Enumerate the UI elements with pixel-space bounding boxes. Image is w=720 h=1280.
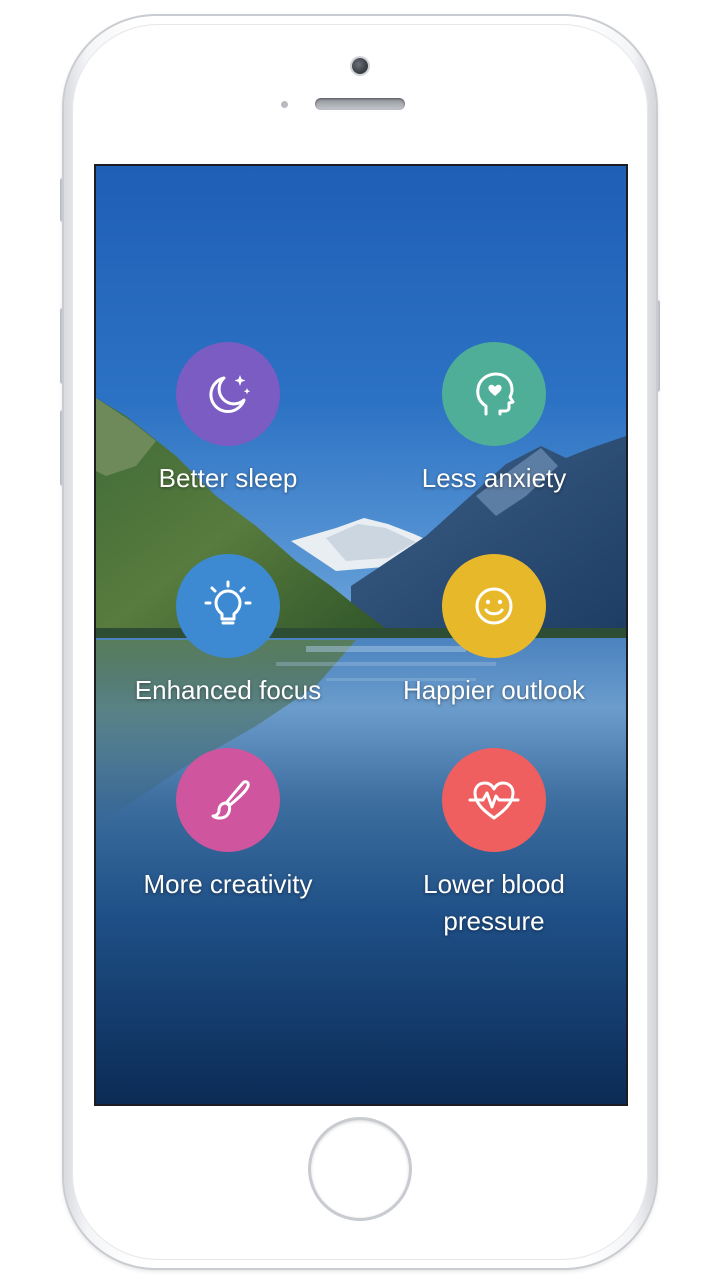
benefit-enhanced-focus[interactable]: Enhanced focus bbox=[103, 554, 353, 709]
benefit-icon-circle bbox=[176, 748, 280, 852]
benefit-more-creativity[interactable]: More creativity bbox=[103, 748, 353, 903]
heart-pulse-icon bbox=[468, 781, 520, 820]
smiley-icon bbox=[475, 587, 513, 625]
paintbrush-icon bbox=[211, 780, 250, 820]
benefit-icon-circle bbox=[442, 748, 546, 852]
benefit-label: Happier outlook bbox=[402, 675, 586, 705]
head-heart-icon bbox=[476, 372, 515, 416]
home-button[interactable] bbox=[311, 1120, 409, 1218]
proximity-sensor bbox=[281, 101, 288, 108]
benefit-icon-circle bbox=[176, 554, 280, 658]
app-screen: Better sleep Less anxiety Enhanced focus… bbox=[96, 166, 626, 1104]
device-mockup: Better sleep Less anxiety Enhanced focus… bbox=[0, 0, 720, 1280]
benefit-icon-circle bbox=[442, 342, 546, 446]
benefit-happier-outlook[interactable]: Happier outlook bbox=[369, 554, 619, 709]
benefit-icon-circle bbox=[176, 342, 280, 446]
lightbulb-icon bbox=[204, 580, 252, 625]
moon-stars-icon bbox=[209, 375, 251, 414]
benefit-icon-circle bbox=[442, 554, 546, 658]
benefit-less-anxiety[interactable]: Less anxiety bbox=[369, 342, 619, 497]
benefit-label: Enhanced focus bbox=[134, 675, 322, 705]
benefit-better-sleep[interactable]: Better sleep bbox=[103, 342, 353, 497]
front-camera bbox=[352, 58, 368, 74]
benefit-lower-blood-pressure[interactable]: Lower blood pressure bbox=[369, 748, 619, 940]
earpiece-speaker bbox=[315, 98, 405, 110]
benefit-label: Less anxiety bbox=[421, 463, 567, 493]
benefit-label: More creativity bbox=[143, 869, 313, 899]
benefit-label: Better sleep bbox=[158, 463, 298, 493]
benefit-label: Lower blood pressure bbox=[423, 869, 565, 936]
